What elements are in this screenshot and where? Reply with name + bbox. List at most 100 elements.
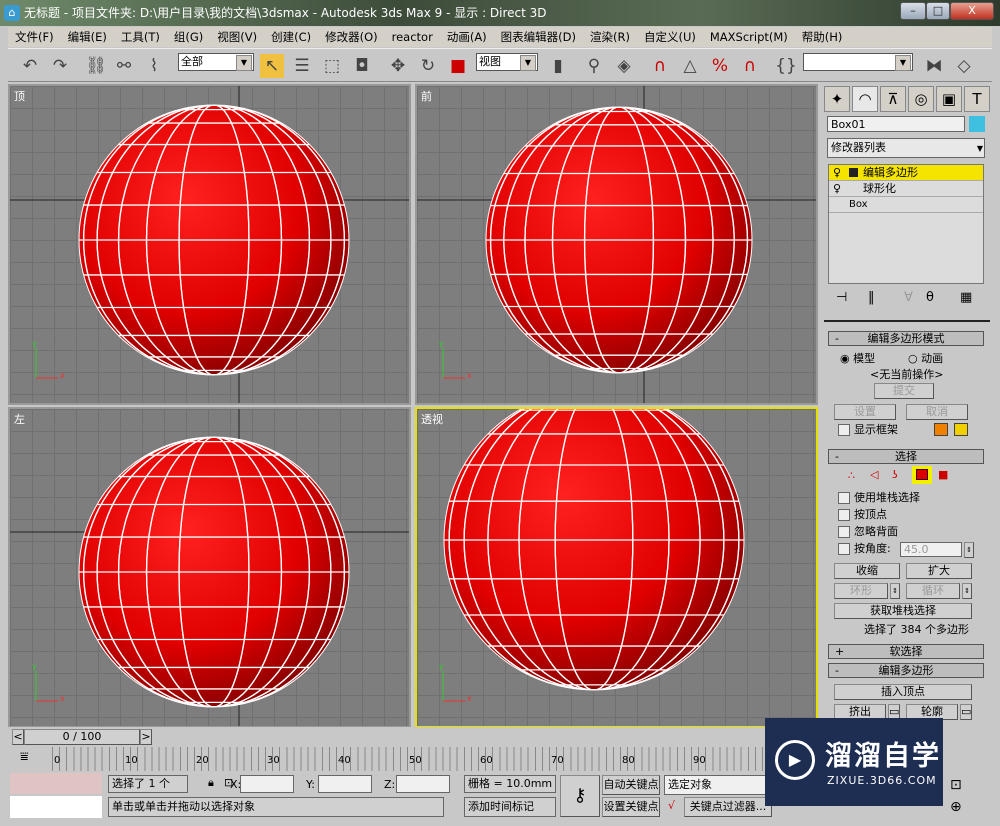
reference-coord-dropdown[interactable]: 视图 [476, 53, 538, 71]
menu-item[interactable]: 视图(V) [210, 29, 264, 45]
expand-icon[interactable] [849, 168, 858, 177]
menu-item[interactable]: 自定义(U) [637, 29, 703, 45]
shrink-button[interactable]: 收缩 [834, 563, 900, 579]
motion-tab-icon[interactable]: ◎ [908, 86, 934, 112]
viewport-top[interactable]: 顶yx [8, 84, 411, 405]
rollout-edit-poly-mode[interactable]: - 编辑多边形模式 [828, 331, 984, 346]
orbit-icon[interactable]: ⊕ [950, 799, 962, 815]
by-angle-checkbox[interactable]: 按角度: [838, 542, 891, 556]
zoom-extents-icon[interactable]: ⊡ [950, 777, 962, 793]
bind-space-warp-icon[interactable]: ⌇ [142, 54, 166, 78]
mirror-icon[interactable]: ⧓ [922, 54, 946, 78]
default-tangent-icon[interactable]: √ [668, 799, 675, 812]
make-unique-icon[interactable]: ∀ [904, 290, 913, 305]
create-tab-icon[interactable]: ✦ [824, 86, 850, 112]
pivot-icon[interactable]: ▮ [546, 54, 570, 78]
x-coord-input[interactable] [240, 775, 294, 793]
move-icon[interactable]: ✥ [386, 54, 410, 78]
modify-tab-icon[interactable]: ◠ [852, 86, 878, 112]
spinner-snap-icon[interactable]: ∩ [738, 54, 762, 78]
ring-spinner[interactable]: ⇕ [890, 583, 900, 599]
select-by-name-icon[interactable]: ☰ [290, 54, 314, 78]
named-selection-dropdown[interactable] [803, 53, 913, 71]
polygon-mode-icon[interactable] [912, 466, 932, 484]
object-name-input[interactable]: Box01 [827, 116, 965, 132]
rect-selection-icon[interactable]: ⬚ [320, 54, 344, 78]
snap-3d-icon[interactable]: ∩ [648, 54, 672, 78]
menu-item[interactable]: 编辑(E) [61, 29, 114, 45]
lightbulb-icon[interactable]: ♀ [833, 165, 841, 180]
menu-item[interactable]: 修改器(O) [318, 29, 385, 45]
get-stack-selection-button[interactable]: 获取堆栈选择 [834, 603, 972, 619]
auto-key-button[interactable]: 自动关键点 [602, 775, 660, 795]
show-cage-checkbox[interactable]: 显示框架 [838, 423, 898, 437]
rollout-soft-selection[interactable]: + 软选择 [828, 644, 984, 659]
undo-icon[interactable]: ↶ [18, 54, 42, 78]
menu-item[interactable]: 工具(T) [114, 29, 167, 45]
use-stack-selection-checkbox[interactable]: 使用堆栈选择 [838, 491, 920, 505]
menu-item[interactable]: 帮助(H) [795, 29, 850, 45]
by-vertex-checkbox[interactable]: 按顶点 [838, 508, 887, 522]
display-tab-icon[interactable]: ▣ [936, 86, 962, 112]
maxscript-listener-white[interactable] [10, 796, 102, 818]
vertex-mode-icon[interactable]: ∴ [848, 469, 855, 482]
loop-spinner[interactable]: ⇕ [962, 583, 972, 599]
edge-mode-icon[interactable]: ◁ [870, 468, 878, 481]
angle-input[interactable]: 45.0 [900, 542, 962, 557]
key-filters-button[interactable]: 关键点过滤器... [684, 797, 772, 817]
utilities-tab-icon[interactable]: T [964, 86, 990, 112]
show-end-result-icon[interactable]: ‖ [868, 290, 875, 305]
maximize-button[interactable]: □ [926, 2, 950, 20]
percent-snap-icon[interactable]: % [708, 54, 732, 78]
remove-modifier-icon[interactable]: θ [926, 290, 934, 305]
commit-button[interactable]: 提交 [874, 383, 934, 399]
menu-item[interactable]: MAXScript(M) [703, 30, 795, 44]
next-frame-button[interactable]: > [140, 729, 152, 745]
curve-editor-icon[interactable]: ⩸ [20, 749, 29, 765]
time-slider[interactable]: 0 / 100 [24, 729, 140, 745]
app-icon[interactable]: ⌂ [4, 5, 20, 21]
keyboard-shortcut-icon[interactable]: ◈ [612, 54, 636, 78]
edit-named-selection-icon[interactable]: {} [774, 54, 798, 78]
maxscript-listener-pink[interactable] [10, 773, 102, 794]
timeline-ruler[interactable] [52, 747, 832, 771]
outline-settings-button[interactable]: ▭ [960, 704, 972, 720]
key-mode-dropdown[interactable]: 选定对象 [664, 775, 774, 795]
viewport-perspective[interactable]: 透视 y x [415, 407, 818, 728]
manipulate-icon[interactable]: ⚲ [582, 54, 606, 78]
modifier-list-dropdown[interactable]: 修改器列表 ▼ [827, 138, 985, 158]
select-object-icon[interactable]: ↖ [260, 54, 284, 78]
y-coord-input[interactable] [318, 775, 372, 793]
window-crossing-icon[interactable]: ◘ [350, 54, 374, 78]
rollout-edit-polygons[interactable]: - 编辑多边形 [828, 663, 984, 678]
align-icon[interactable]: ◇ [952, 54, 976, 78]
set-key-icon[interactable]: ⚷ [560, 775, 600, 817]
lock-selection-icon[interactable]: 🔒︎ [208, 776, 214, 790]
configure-sets-icon[interactable]: ▦ [960, 290, 972, 305]
scale-icon[interactable]: ■ [446, 54, 470, 78]
menu-item[interactable]: reactor [385, 30, 440, 44]
menu-item[interactable]: 渲染(R) [583, 29, 637, 45]
cage-color-swatch[interactable] [934, 423, 948, 436]
unlink-icon[interactable]: ⚯ [112, 54, 136, 78]
stack-item-box[interactable]: Box [829, 197, 983, 213]
object-color-swatch[interactable] [969, 116, 985, 132]
ring-button[interactable]: 环形 [834, 583, 888, 599]
cage-selected-color-swatch[interactable] [954, 423, 968, 436]
close-button[interactable]: X [950, 2, 994, 20]
radio-animate[interactable]: ○ 动画 [908, 350, 943, 366]
element-mode-icon[interactable]: ■ [938, 468, 948, 481]
pin-stack-icon[interactable]: ⊣ [836, 290, 847, 305]
selection-filter-dropdown[interactable]: 全部 [178, 53, 254, 71]
settings-button[interactable]: 设置 [834, 404, 896, 420]
rotate-icon[interactable]: ↻ [416, 54, 440, 78]
lightbulb-icon[interactable]: ♀ [833, 181, 841, 196]
hierarchy-tab-icon[interactable]: ⊼ [880, 86, 906, 112]
angle-spinner[interactable]: ⇕ [964, 542, 974, 558]
cancel-button[interactable]: 取消 [906, 404, 968, 420]
menu-item[interactable]: 组(G) [167, 29, 210, 45]
z-coord-input[interactable] [396, 775, 450, 793]
menu-item[interactable]: 创建(C) [264, 29, 318, 45]
link-icon[interactable]: ⛓ [84, 54, 108, 78]
viewport-left[interactable]: 左yx [8, 407, 411, 728]
